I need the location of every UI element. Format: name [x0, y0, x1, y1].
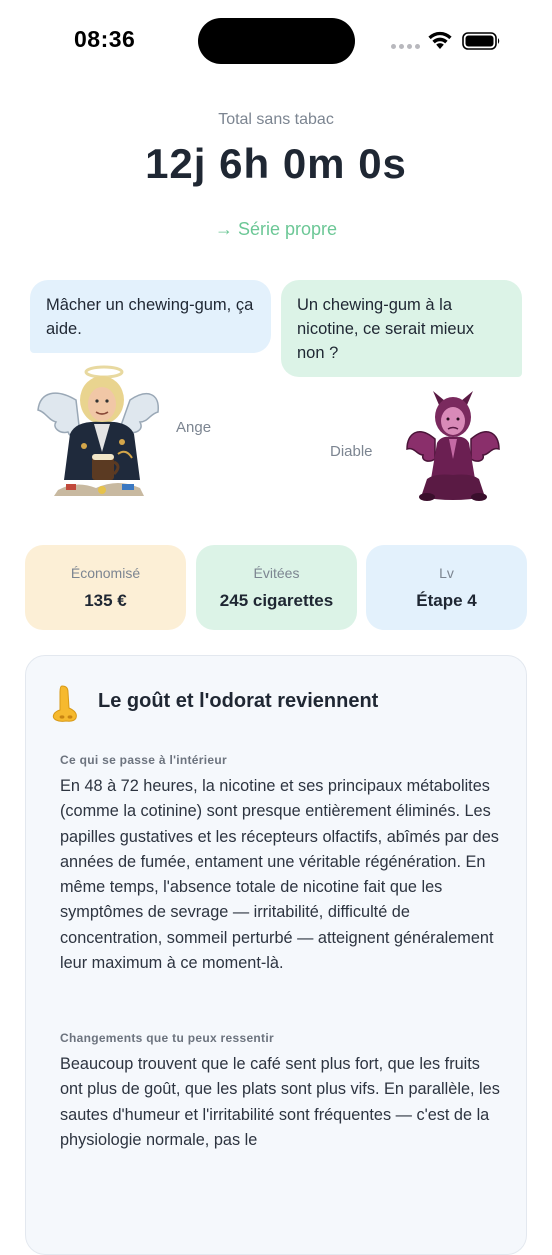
clean-streak-link[interactable]: → Série propre — [0, 219, 552, 240]
stat-label-saved: Économisé — [70, 565, 141, 581]
stat-card-level[interactable]: Lv Étape 4 — [366, 545, 527, 630]
cellular-signal-icon — [391, 44, 421, 50]
wifi-icon — [428, 31, 452, 49]
status-bar: 08:36 — [0, 0, 552, 82]
devil-name-label: Diable — [330, 443, 373, 460]
section-text-changes: Beaucoup trouvent que le café sent plus … — [60, 1055, 500, 1149]
battery-icon — [462, 32, 500, 50]
total-time-label: Total sans tabac — [218, 111, 334, 128]
milestone-card: Le goût et l'odorat reviennent Ce qui se… — [25, 655, 527, 1255]
milestone-title: Le goût et l'odorat reviennent — [98, 690, 379, 712]
section-heading-inside: Ce qui se passe à l'intérieur — [60, 753, 227, 767]
stat-value-level: Étape 4 — [416, 591, 477, 610]
angel-character-icon — [37, 365, 159, 496]
stat-card-saved[interactable]: Économisé 135 € — [25, 545, 186, 630]
total-time-value: 12j 6h 0m 0s — [145, 140, 407, 187]
dynamic-island — [198, 18, 355, 64]
stat-card-avoided[interactable]: Évitées 245 cigarettes — [196, 545, 357, 630]
section-text-inside: En 48 à 72 heures, la nicotine et ses pr… — [60, 777, 499, 973]
status-time: 08:36 — [74, 26, 136, 52]
devil-character-icon — [406, 391, 500, 501]
section-heading-changes: Changements que tu peux ressentir — [60, 1031, 274, 1045]
stat-label-avoided: Évitées — [253, 565, 300, 581]
angel-speech-bubble: Mâcher un chewing-gum, ça aide. — [30, 280, 271, 353]
stat-label-level: Lv — [439, 565, 454, 581]
stat-value-saved: 135 € — [84, 591, 127, 610]
nose-icon — [52, 685, 77, 722]
angel-name-label: Ange — [176, 419, 212, 436]
devil-speech-bubble: Un chewing-gum à la nicotine, ce serait … — [281, 280, 522, 377]
stat-value-avoided: 245 cigarettes — [219, 591, 334, 610]
